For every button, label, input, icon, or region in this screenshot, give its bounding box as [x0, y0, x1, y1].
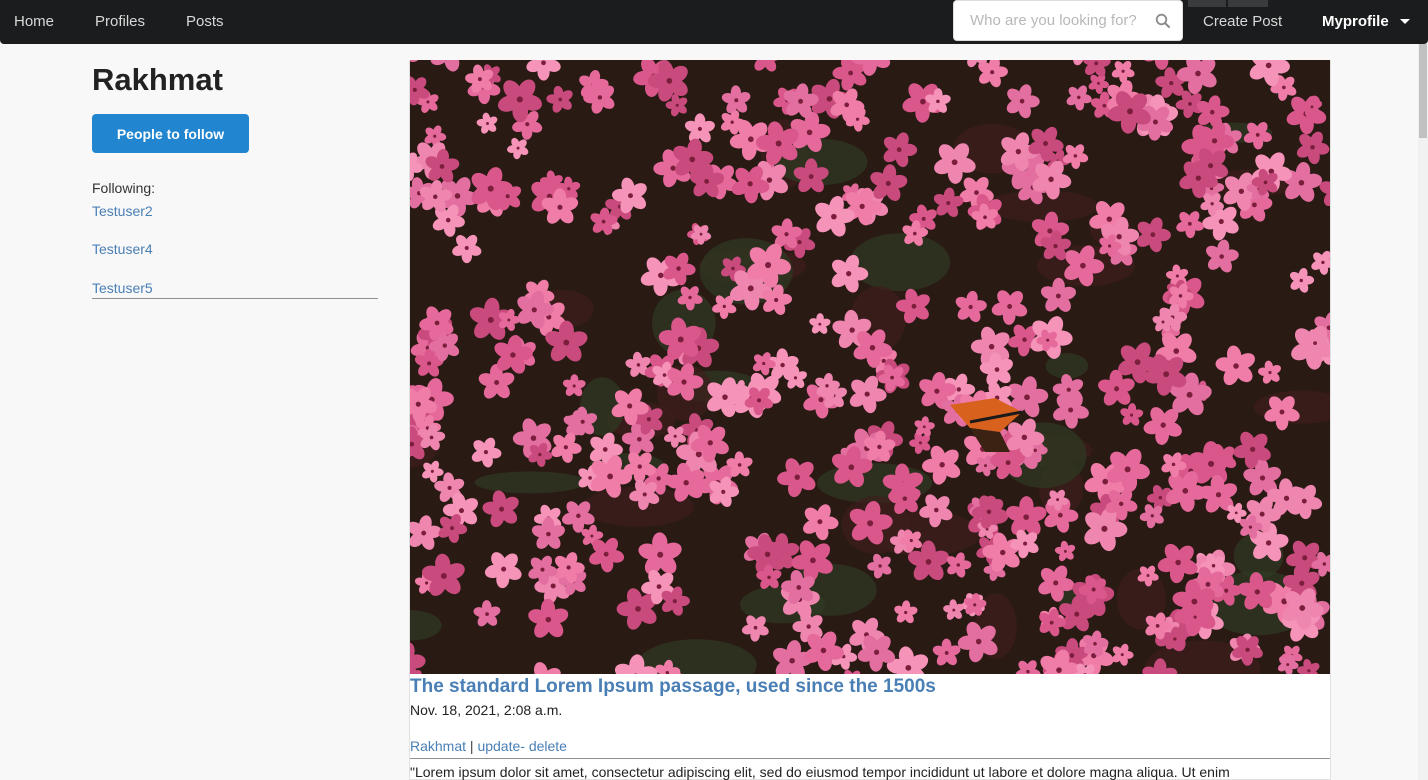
- myprofile-dropdown[interactable]: Myprofile: [1322, 13, 1389, 31]
- profile-name: Rakhmat: [92, 62, 223, 97]
- post-image: [410, 60, 1330, 674]
- caret-down-icon[interactable]: [1400, 19, 1410, 24]
- scrollbar-thumb[interactable]: [1419, 44, 1427, 138]
- search-box: [953, 0, 1183, 41]
- search-input[interactable]: [954, 1, 1144, 40]
- following-user-link[interactable]: Testuser2: [92, 202, 153, 220]
- search-icon[interactable]: [1155, 13, 1171, 29]
- sidebar-divider: [92, 298, 378, 299]
- nav-profiles-link[interactable]: Profiles: [95, 13, 145, 31]
- post-body: "Lorem ipsum dolor sit amet, consectetur…: [410, 764, 1230, 780]
- meta-separator: |: [466, 738, 478, 754]
- nav-home-link[interactable]: Home: [14, 13, 54, 31]
- following-user-link[interactable]: Testuser5: [92, 279, 153, 297]
- post-image-flowers: [410, 60, 1330, 674]
- following-user-link[interactable]: Testuser4: [92, 240, 153, 258]
- post-meta: Rakhmat | update- delete: [410, 738, 567, 755]
- post-title-link[interactable]: The standard Lorem Ipsum passage, used s…: [410, 676, 936, 698]
- create-post-link[interactable]: Create Post: [1203, 13, 1282, 31]
- post-delete-link[interactable]: delete: [525, 738, 567, 754]
- post-update-link[interactable]: update-: [477, 738, 524, 754]
- following-label: Following:: [92, 180, 156, 196]
- people-to-follow-button[interactable]: People to follow: [92, 114, 249, 153]
- post-date: Nov. 18, 2021, 2:08 a.m.: [410, 702, 563, 718]
- nav-posts-link[interactable]: Posts: [186, 13, 224, 31]
- nav-active-indicator: [1188, 0, 1268, 7]
- top-navbar: Home Profiles Posts Create Post Myprofil…: [0, 0, 1428, 44]
- page-scrollbar[interactable]: [1418, 44, 1428, 780]
- post-divider: [410, 758, 1330, 759]
- post-author-link[interactable]: Rakhmat: [410, 738, 466, 754]
